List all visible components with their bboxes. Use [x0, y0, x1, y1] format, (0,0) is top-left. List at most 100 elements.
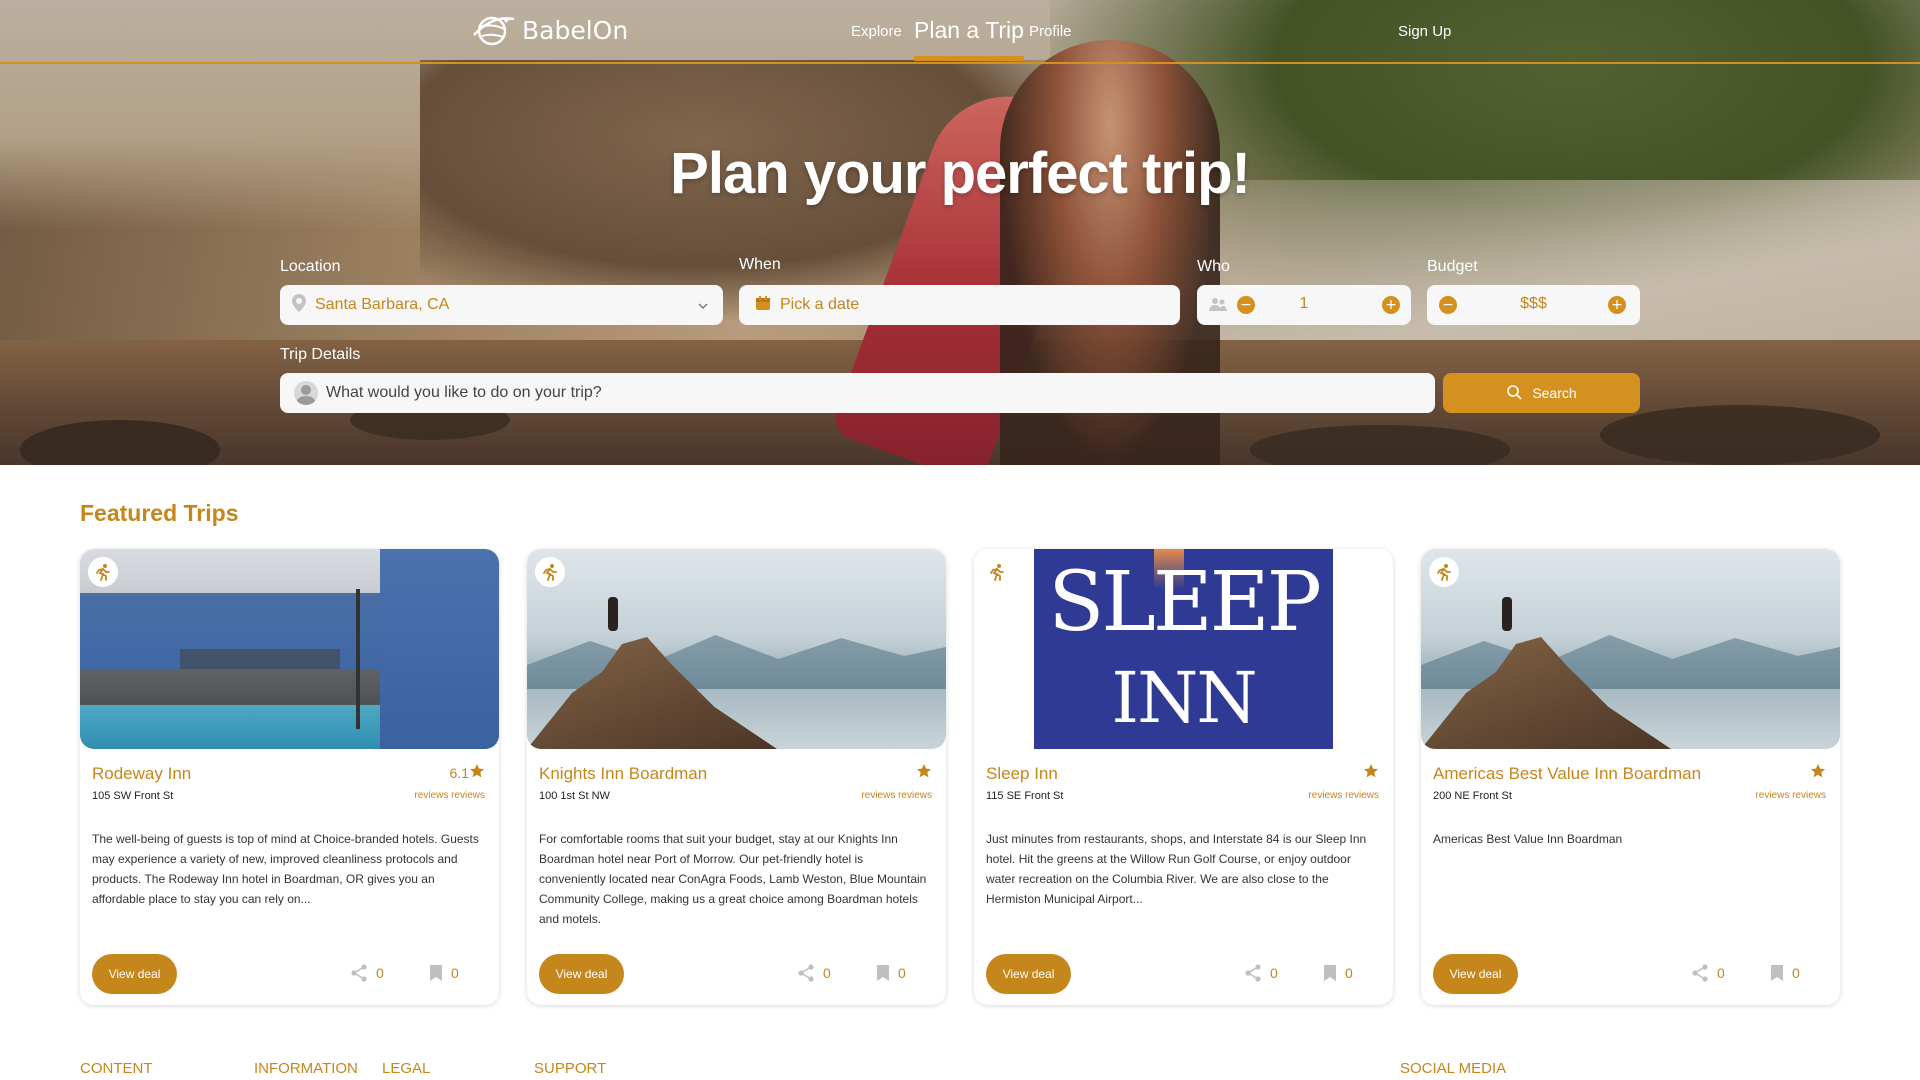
nav-plan-a-trip[interactable]: Plan a Trip — [914, 17, 1024, 61]
hotel-description: Americas Best Value Inn Boardman — [1433, 832, 1623, 846]
star-icon — [1363, 763, 1379, 782]
featured-trips-heading: Featured Trips — [80, 500, 239, 526]
hotel-address: 200 NE Front St — [1433, 790, 1512, 802]
hotel-name[interactable]: Sleep Inn — [986, 764, 1058, 784]
share-count: 0 — [1717, 965, 1725, 981]
mountain-hiker-image — [527, 549, 946, 749]
save-count: 0 — [898, 965, 906, 981]
hotel-address: 105 SW Front St — [92, 790, 174, 802]
nav-explore[interactable]: Explore — [851, 23, 902, 40]
bookmark-icon — [430, 965, 442, 981]
date-picker[interactable]: Pick a date — [739, 285, 1180, 325]
share-button[interactable]: 0 — [1691, 964, 1725, 982]
hotel-name[interactable]: Americas Best Value Inn Boardman — [1433, 764, 1701, 784]
trip-details-placeholder: What would you like to do on your trip? — [326, 384, 602, 401]
who-label: Who — [1197, 258, 1230, 275]
nav-sign-up[interactable]: Sign Up — [1398, 23, 1451, 40]
mountain-hiker-image — [1421, 549, 1840, 749]
budget-label: Budget — [1427, 258, 1478, 275]
star-icon — [1810, 763, 1826, 782]
star-icon — [916, 763, 932, 782]
hotel-pool-image — [80, 549, 499, 749]
share-button[interactable]: 0 — [797, 964, 831, 982]
hiking-icon — [1429, 557, 1459, 587]
location-select[interactable]: Santa Barbara, CA — [280, 285, 723, 325]
reviews-link[interactable]: reviews reviews — [414, 790, 485, 801]
logo-text: BabelOn — [522, 15, 629, 45]
sleep-inn-logo-line2: INN — [1111, 657, 1257, 739]
save-count: 0 — [1792, 965, 1800, 981]
bookmark-icon — [1771, 965, 1783, 981]
guest-stepper: − 1 + — [1197, 285, 1411, 325]
hotel-name[interactable]: Knights Inn Boardman — [539, 764, 707, 784]
share-count: 0 — [376, 965, 384, 981]
top-nav-bar: BabelOn Explore Plan a Trip Profile Sign… — [0, 0, 1920, 64]
footer-support-heading: SUPPORT — [534, 1060, 607, 1077]
view-deal-button[interactable]: View deal — [539, 954, 624, 994]
hero-title: Plan your perfect trip! — [670, 141, 1251, 206]
avatar-icon — [294, 381, 318, 405]
view-deal-button[interactable]: View deal — [1433, 954, 1518, 994]
bookmark-icon — [877, 965, 889, 981]
trip-card: Knights Inn Boardman 100 1st St NW revie… — [527, 549, 946, 1005]
rating-value: 6.1 — [449, 764, 469, 781]
location-label: Location — [280, 258, 341, 275]
budget-stepper: − $$$ + — [1427, 285, 1640, 325]
map-pin-icon — [292, 294, 306, 316]
hotel-description: For comfortable rooms that suit your bud… — [539, 832, 927, 926]
bookmark-button[interactable]: 0 — [876, 964, 906, 982]
reviews-link[interactable]: reviews reviews — [1308, 790, 1379, 801]
babelon-logo[interactable]: BabelOn — [472, 13, 628, 47]
rating — [1363, 763, 1379, 782]
bookmark-button[interactable]: 0 — [429, 964, 459, 982]
footer-legal-heading: LEGAL — [382, 1060, 431, 1077]
share-count: 0 — [1270, 965, 1278, 981]
rating — [1810, 763, 1826, 782]
hiking-icon — [982, 557, 1012, 587]
share-icon — [1692, 964, 1708, 982]
guest-increment-button[interactable]: + — [1382, 296, 1400, 314]
bookmark-button[interactable]: 0 — [1770, 964, 1800, 982]
hiking-icon — [88, 557, 118, 587]
trip-details-input[interactable]: What would you like to do on your trip? — [280, 373, 1435, 413]
hotel-description: Just minutes from restaurants, shops, an… — [986, 832, 1367, 906]
date-placeholder: Pick a date — [780, 296, 860, 313]
nav-profile[interactable]: Profile — [1029, 23, 1072, 40]
share-icon — [798, 964, 814, 982]
when-label: When — [739, 256, 781, 273]
hotel-description: The well-being of guests is top of mind … — [92, 832, 479, 906]
hotel-name[interactable]: Rodeway Inn — [92, 764, 191, 784]
trip-card: Americas Best Value Inn Boardman 200 NE … — [1421, 549, 1840, 1005]
rating: 6.1 — [450, 763, 485, 782]
sleep-inn-logo-line1: SLEEP — [1048, 555, 1322, 650]
share-icon — [351, 964, 367, 982]
hiking-icon — [535, 557, 565, 587]
rating — [916, 763, 932, 782]
search-label: Search — [1532, 385, 1577, 401]
share-icon — [1245, 964, 1261, 982]
save-count: 0 — [1345, 965, 1353, 981]
globe-plane-icon — [472, 13, 516, 47]
hotel-address: 115 SE Front St — [986, 790, 1064, 802]
hotel-address: 100 1st St NW — [539, 790, 610, 802]
reviews-link[interactable]: reviews reviews — [861, 790, 932, 801]
trip-card: SLEEP INN Sleep Inn 115 SE Front St revi… — [974, 549, 1393, 1005]
search-icon — [1506, 384, 1522, 403]
footer-information-heading: INFORMATION — [254, 1060, 358, 1077]
share-count: 0 — [823, 965, 831, 981]
trip-details-label: Trip Details — [280, 346, 361, 363]
search-button[interactable]: Search — [1443, 373, 1640, 413]
chevron-down-icon — [697, 297, 709, 316]
view-deal-button[interactable]: View deal — [986, 954, 1071, 994]
budget-increment-button[interactable]: + — [1608, 296, 1626, 314]
view-deal-button[interactable]: View deal — [92, 954, 177, 994]
guest-count: 1 — [1299, 295, 1309, 312]
sleep-inn-logo-image: SLEEP INN — [974, 549, 1393, 749]
reviews-link[interactable]: reviews reviews — [1755, 790, 1826, 801]
bookmark-button[interactable]: 0 — [1323, 964, 1353, 982]
save-count: 0 — [451, 965, 459, 981]
footer-content-heading: CONTENT — [80, 1060, 153, 1077]
share-button[interactable]: 0 — [1244, 964, 1278, 982]
footer-social-media-heading: SOCIAL MEDIA — [1400, 1060, 1507, 1077]
share-button[interactable]: 0 — [350, 964, 384, 982]
